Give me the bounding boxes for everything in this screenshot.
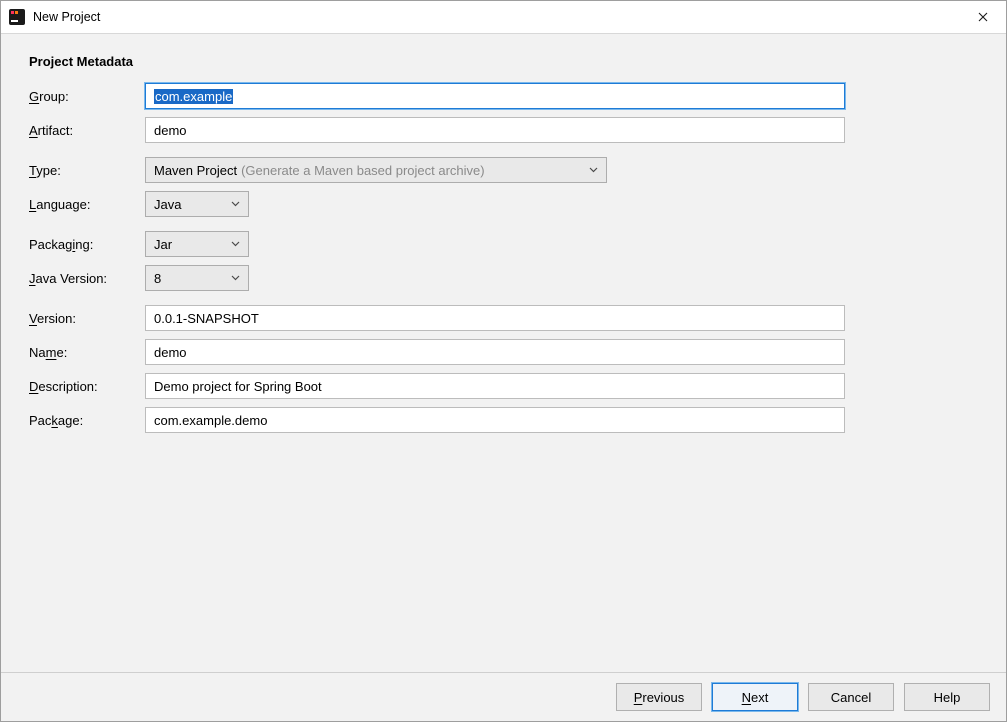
java-version-value: 8 [154,271,161,286]
chevron-down-icon [231,275,240,281]
new-project-window: New Project Project Metadata Group: com.… [0,0,1007,722]
version-input[interactable] [145,305,845,331]
close-icon[interactable] [960,1,1006,33]
name-label: Name: [29,343,139,362]
group-label: Group: [29,87,139,106]
package-label: Package: [29,411,139,430]
language-value: Java [154,197,181,212]
packaging-value: Jar [154,237,172,252]
packaging-label: Packaging: [29,235,139,254]
metadata-form: Group: com.example Artifact: Type: Maven… [29,83,978,433]
language-dropdown[interactable]: Java [145,191,249,217]
artifact-label: Artifact: [29,121,139,140]
name-input[interactable] [145,339,845,365]
java-version-dropdown[interactable]: 8 [145,265,249,291]
description-input[interactable] [145,373,845,399]
dialog-footer: Previous Next Cancel Help [1,672,1006,721]
type-hint: (Generate a Maven based project archive) [241,163,485,178]
version-label: Version: [29,309,139,328]
intellij-icon [9,9,25,25]
cancel-button[interactable]: Cancel [808,683,894,711]
chevron-down-icon [231,201,240,207]
titlebar: New Project [1,1,1006,34]
chevron-down-icon [231,241,240,247]
type-label: Type: [29,161,139,180]
window-title: New Project [33,10,100,24]
group-input[interactable]: com.example [145,83,845,109]
packaging-dropdown[interactable]: Jar [145,231,249,257]
next-button[interactable]: Next [712,683,798,711]
package-input[interactable] [145,407,845,433]
artifact-input[interactable] [145,117,845,143]
description-label: Description: [29,377,139,396]
content-area: Project Metadata Group: com.example Arti… [1,34,1006,672]
type-dropdown[interactable]: Maven Project (Generate a Maven based pr… [145,157,607,183]
section-title: Project Metadata [29,54,978,69]
language-label: Language: [29,195,139,214]
type-value: Maven Project [154,163,237,178]
chevron-down-icon [589,167,598,173]
java-version-label: Java Version: [29,269,139,288]
help-button[interactable]: Help [904,683,990,711]
previous-button[interactable]: Previous [616,683,702,711]
